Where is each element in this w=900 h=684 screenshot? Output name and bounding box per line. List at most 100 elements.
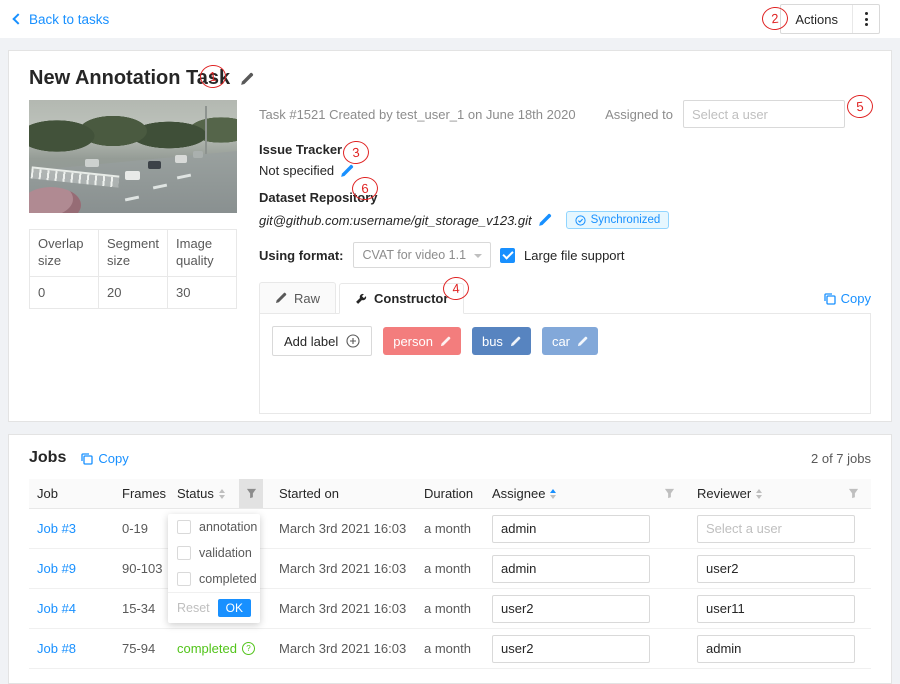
- plus-circle-icon: [346, 334, 360, 348]
- started-cell: March 3rd 2021 16:03: [271, 561, 416, 576]
- copy-labels-link[interactable]: Copy: [823, 291, 871, 306]
- column-job: Job: [29, 479, 114, 508]
- format-select[interactable]: CVAT for video 1.1: [353, 242, 492, 268]
- car-graphic: [125, 171, 140, 180]
- reviewer-input[interactable]: [697, 515, 855, 543]
- edit-issue-tracker-icon[interactable]: [340, 164, 354, 178]
- jobs-title: Jobs: [29, 449, 66, 467]
- duration-cell: a month: [416, 521, 484, 536]
- assignee-filter-icon[interactable]: [657, 479, 681, 508]
- task-parameters-table: Overlap size Segment size Image quality …: [29, 229, 237, 309]
- filter-option-validation[interactable]: validation: [168, 540, 260, 566]
- assignee-input[interactable]: [492, 555, 650, 583]
- tab-raw[interactable]: Raw: [259, 282, 336, 313]
- label-tag-person[interactable]: person: [383, 327, 461, 355]
- job-link[interactable]: Job #4: [37, 601, 76, 616]
- column-duration: Duration: [416, 479, 484, 508]
- status-filter-icon[interactable]: [239, 479, 263, 508]
- copy-jobs-link[interactable]: Copy: [80, 451, 128, 466]
- column-reviewer[interactable]: Reviewer: [689, 479, 873, 508]
- frames-cell: 0-19: [114, 521, 169, 536]
- duration-cell: a month: [416, 641, 484, 656]
- car-graphic: [193, 151, 203, 158]
- pole-graphic: [205, 106, 207, 156]
- more-icon[interactable]: [853, 10, 879, 27]
- column-status[interactable]: Status: [169, 479, 271, 508]
- started-cell: March 3rd 2021 16:03: [271, 641, 416, 656]
- edit-title-icon[interactable]: [240, 72, 254, 86]
- tool-icon: [355, 293, 367, 305]
- table-row: Job #4 15-34 March 3rd 2021 16:03 a mont…: [29, 589, 871, 629]
- back-to-tasks-label: Back to tasks: [29, 12, 109, 27]
- copy-icon: [80, 452, 93, 465]
- status-badge: completed ?: [177, 641, 255, 656]
- edit-label-icon[interactable]: [510, 336, 521, 347]
- page-title: New Annotation Task: [29, 67, 230, 90]
- filter-option-completed[interactable]: completed: [168, 566, 260, 592]
- task-left-column: Overlap size Segment size Image quality …: [29, 100, 237, 414]
- label-tag-car[interactable]: car: [542, 327, 598, 355]
- filter-ok-button[interactable]: OK: [218, 599, 251, 617]
- actions-button[interactable]: Actions: [780, 4, 880, 34]
- param-value: 20: [99, 276, 168, 308]
- car-graphic: [148, 161, 161, 169]
- sort-icon: [756, 489, 762, 499]
- car-graphic: [85, 159, 99, 167]
- job-link[interactable]: Job #9: [37, 561, 76, 576]
- table-row: Job #8 75-94 completed ? March 3rd 2021 …: [29, 629, 871, 669]
- job-link[interactable]: Job #3: [37, 521, 76, 536]
- page: Back to tasks Actions New Annotation Tas…: [0, 0, 900, 669]
- assigned-to-label: Assigned to: [605, 107, 673, 122]
- label-tag-bus[interactable]: bus: [472, 327, 531, 355]
- issue-tracker-value: Not specified: [259, 163, 334, 178]
- param-header: Segment size: [99, 230, 168, 277]
- label-constructor-panel: Add label person bus: [259, 314, 871, 414]
- frames-cell: 75-94: [114, 641, 169, 656]
- dataset-repository-url: git@github.com:username/git_storage_v123…: [259, 213, 532, 228]
- duration-cell: a month: [416, 561, 484, 576]
- job-link[interactable]: Job #8: [37, 641, 76, 656]
- column-assignee[interactable]: Assignee: [484, 479, 689, 508]
- edit-label-icon[interactable]: [577, 336, 588, 347]
- back-to-tasks-link[interactable]: Back to tasks: [14, 12, 109, 27]
- synchronized-badge: Synchronized: [566, 211, 670, 229]
- jobs-table-header: Job Frames Status Started on Duration As…: [29, 479, 871, 509]
- dataset-repository-label: Dataset Repository: [259, 190, 871, 205]
- param-value: 30: [168, 276, 237, 308]
- reviewer-input[interactable]: [697, 595, 855, 623]
- task-assignee-input[interactable]: [683, 100, 845, 128]
- checkbox[interactable]: [177, 520, 191, 534]
- edit-repository-icon[interactable]: [538, 213, 552, 227]
- actions-label: Actions: [781, 12, 852, 27]
- large-file-label: Large file support: [524, 248, 624, 263]
- reviewer-input[interactable]: [697, 555, 855, 583]
- reviewer-filter-icon[interactable]: [841, 479, 865, 508]
- filter-reset-button[interactable]: Reset: [177, 601, 210, 615]
- started-cell: March 3rd 2021 16:03: [271, 601, 416, 616]
- param-value: 0: [30, 276, 99, 308]
- add-label-button[interactable]: Add label: [272, 326, 372, 356]
- issue-tracker-label: Issue Tracker: [259, 142, 871, 157]
- large-file-checkbox[interactable]: [500, 248, 515, 263]
- sort-icon: [219, 489, 225, 499]
- assignee-input[interactable]: [492, 515, 650, 543]
- checkbox[interactable]: [177, 572, 191, 586]
- pencil-icon: [275, 292, 287, 304]
- sync-check-icon: [575, 215, 586, 226]
- assignee-input[interactable]: [492, 635, 650, 663]
- param-header: Overlap size: [30, 230, 99, 277]
- started-cell: March 3rd 2021 16:03: [271, 521, 416, 536]
- filter-option-annotation[interactable]: annotation: [168, 514, 260, 540]
- assignee-input[interactable]: [492, 595, 650, 623]
- frames-cell: 90-103: [114, 561, 169, 576]
- tab-constructor[interactable]: Constructor: [339, 283, 464, 314]
- param-header: Image quality: [168, 230, 237, 277]
- reviewer-input[interactable]: [697, 635, 855, 663]
- chevron-down-icon: [474, 254, 482, 258]
- top-bar: Back to tasks Actions: [0, 0, 900, 38]
- checkbox[interactable]: [177, 546, 191, 560]
- edit-label-icon[interactable]: [440, 336, 451, 347]
- status-filter-dropdown: annotation validation completed Reset OK: [168, 514, 260, 623]
- sort-icon: [550, 489, 556, 499]
- copy-icon: [823, 292, 836, 305]
